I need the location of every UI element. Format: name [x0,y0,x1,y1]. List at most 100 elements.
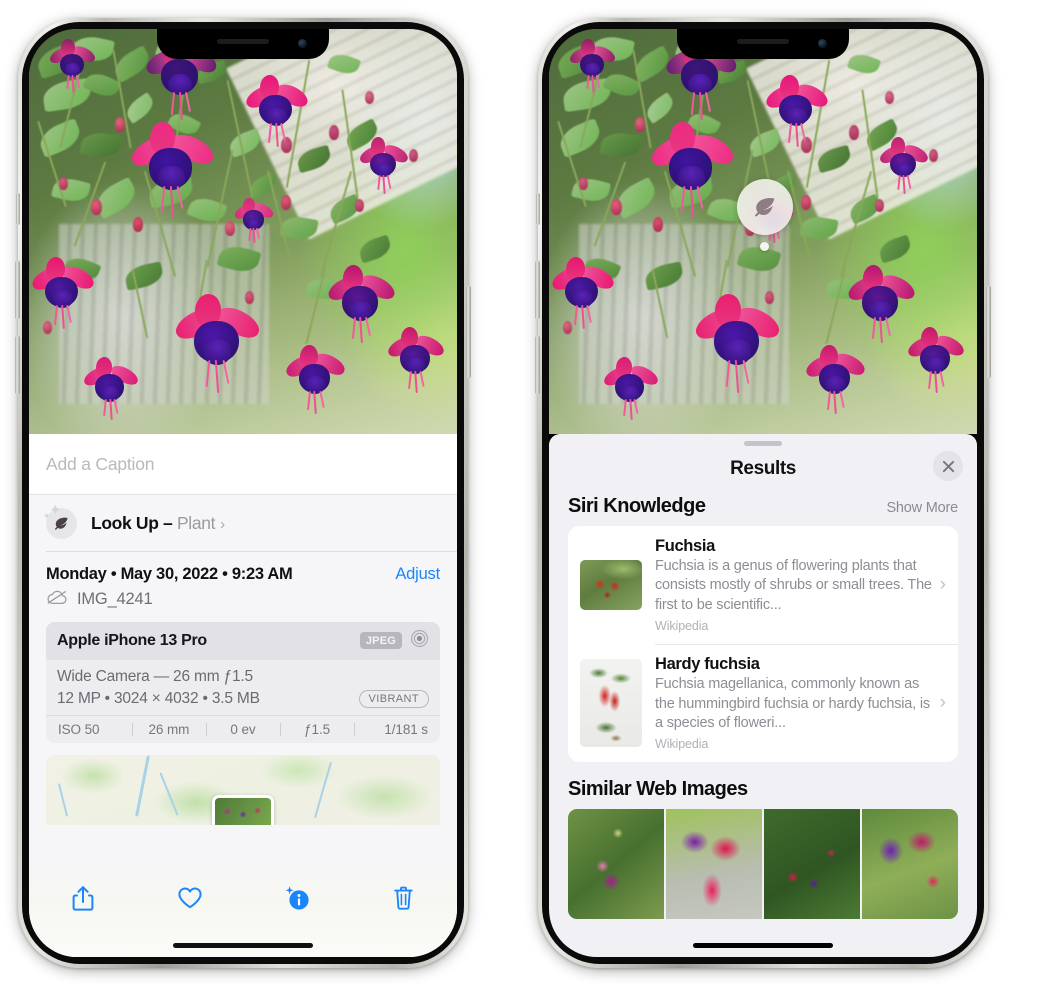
camera-model: Apple iPhone 13 Pro [57,631,207,649]
exif-header: Apple iPhone 13 Pro JPEG [46,621,440,660]
close-button[interactable] [933,451,963,481]
volume-up-button[interactable] [535,261,540,319]
photo-bud [355,199,364,212]
volume-up-button[interactable] [15,261,20,319]
photographic-style-badge: VIBRANT [358,689,429,708]
location-map[interactable] [46,754,440,825]
sparkles-icon: ✦ ✦ [43,501,62,521]
photo-bud [133,217,143,232]
photo-fuchsia[interactable] [549,29,977,434]
photo-bud [885,91,894,104]
favorite-button[interactable] [170,881,210,915]
look-up-row[interactable]: ✦ ✦ Look Up – Plant › [29,495,457,551]
exif-value: ISO 50 [58,721,100,737]
photo-bud [929,149,938,162]
photo-flower [877,136,931,194]
card-description: Fuchsia is a genus of flowering plants t… [655,558,932,613]
photo-flower [549,256,617,330]
phone-left: Add a Caption ✦ ✦ Look Up – Plant › Monday… [15,18,471,968]
photo-flower [81,356,140,420]
sheet-header: Results [549,446,977,491]
map-photo-pin[interactable] [212,795,274,825]
knowledge-card[interactable]: Fuchsia Fuchsia is a genus of flowering p… [568,526,958,644]
sheet-title: Results [730,457,796,479]
chevron-right-icon: › [939,692,946,714]
notch [677,29,849,59]
format-badge: JPEG [359,632,402,649]
photo-flower [29,256,97,330]
caption-placeholder: Add a Caption [46,453,155,474]
notch [157,29,329,59]
home-indicator[interactable] [693,943,833,948]
photo-flower [232,197,276,244]
date-block: Monday • May 30, 2022 • 9:23 AM Adjust I… [29,552,457,610]
aperture-icon[interactable] [410,629,429,653]
home-indicator[interactable] [173,943,313,948]
volume-down-button[interactable] [535,336,540,394]
mute-switch[interactable] [16,193,20,225]
card-title: Fuchsia [655,537,715,555]
photo-flower [324,263,399,344]
image-size-info: 12 MP • 3024 × 4032 • 3.5 MB [57,689,260,707]
front-camera-icon [298,39,307,48]
volume-down-button[interactable] [15,336,20,394]
power-button[interactable] [466,286,471,378]
mute-switch[interactable] [536,193,540,225]
card-source: Wikipedia [655,618,709,633]
caption-field[interactable]: Add a Caption [29,434,457,495]
photo-flower [283,344,348,415]
share-button[interactable] [63,881,103,915]
exif-value: 26 mm [148,721,190,737]
photo-bud [849,125,859,140]
photo-fuchsia[interactable] [29,29,457,434]
exif-value: ƒ1.5 [304,721,331,737]
photo-flower [762,74,831,148]
photo-bud [653,217,663,232]
similar-web-images-row [568,809,958,920]
photo-flower [47,38,98,93]
visual-look-up-pointer [760,242,769,251]
siri-knowledge-header: Siri Knowledge Show More [549,491,977,526]
web-image-thumbnail[interactable] [666,809,762,920]
earpiece-speaker [217,39,269,44]
photo-bud [635,117,645,132]
cloud-off-icon [46,590,68,610]
exif-value: 0 ev [230,721,256,737]
adjust-button[interactable]: Adjust [395,565,440,584]
show-more-button[interactable]: Show More [886,500,958,516]
photo-bud [115,117,125,132]
photo-bud [611,199,622,215]
photo-flower [171,293,264,394]
photo-bud [579,177,588,190]
look-up-label: Look Up – Plant › [91,513,225,534]
photo-flower [357,136,411,194]
photo-flower [242,74,311,148]
exif-body: Wide Camera — 26 mm ƒ1.5 12 MP • 3024 × … [46,660,440,715]
file-name: IMG_4241 [77,590,153,608]
similar-web-images-header: Similar Web Images [549,762,977,809]
earpiece-speaker [737,39,789,44]
phone-right: Results Siri Knowledge Show More Fuchsia… [535,18,991,968]
knowledge-card[interactable]: Hardy fuchsia Fuchsia magellanica, common… [568,644,958,762]
card-thumbnail [580,559,642,610]
visual-look-up-badge[interactable] [737,179,793,235]
chevron-right-icon: › [220,515,225,533]
card-source: Wikipedia [655,737,709,752]
power-button[interactable] [986,286,991,378]
photo-flower [647,121,737,218]
photo-flower [844,263,919,344]
chevron-right-icon: › [939,573,946,595]
exif-card[interactable]: Apple iPhone 13 Pro JPEG Wide Camera — 2… [46,621,440,743]
web-image-thumbnail[interactable] [764,809,860,920]
photo-flower [691,293,784,394]
web-image-thumbnail[interactable] [862,809,958,920]
card-description: Fuchsia magellanica, commonly known as t… [655,676,930,731]
look-up-subject: Plant [176,512,216,533]
card-title: Hardy fuchsia [655,655,760,674]
phone-screen-right: Results Siri Knowledge Show More Fuchsia… [549,29,977,957]
delete-button[interactable] [384,881,424,915]
photo-flower [127,121,217,218]
info-button[interactable] [277,881,317,915]
similar-web-images-title: Similar Web Images [568,778,748,801]
web-image-thumbnail[interactable] [568,809,664,920]
